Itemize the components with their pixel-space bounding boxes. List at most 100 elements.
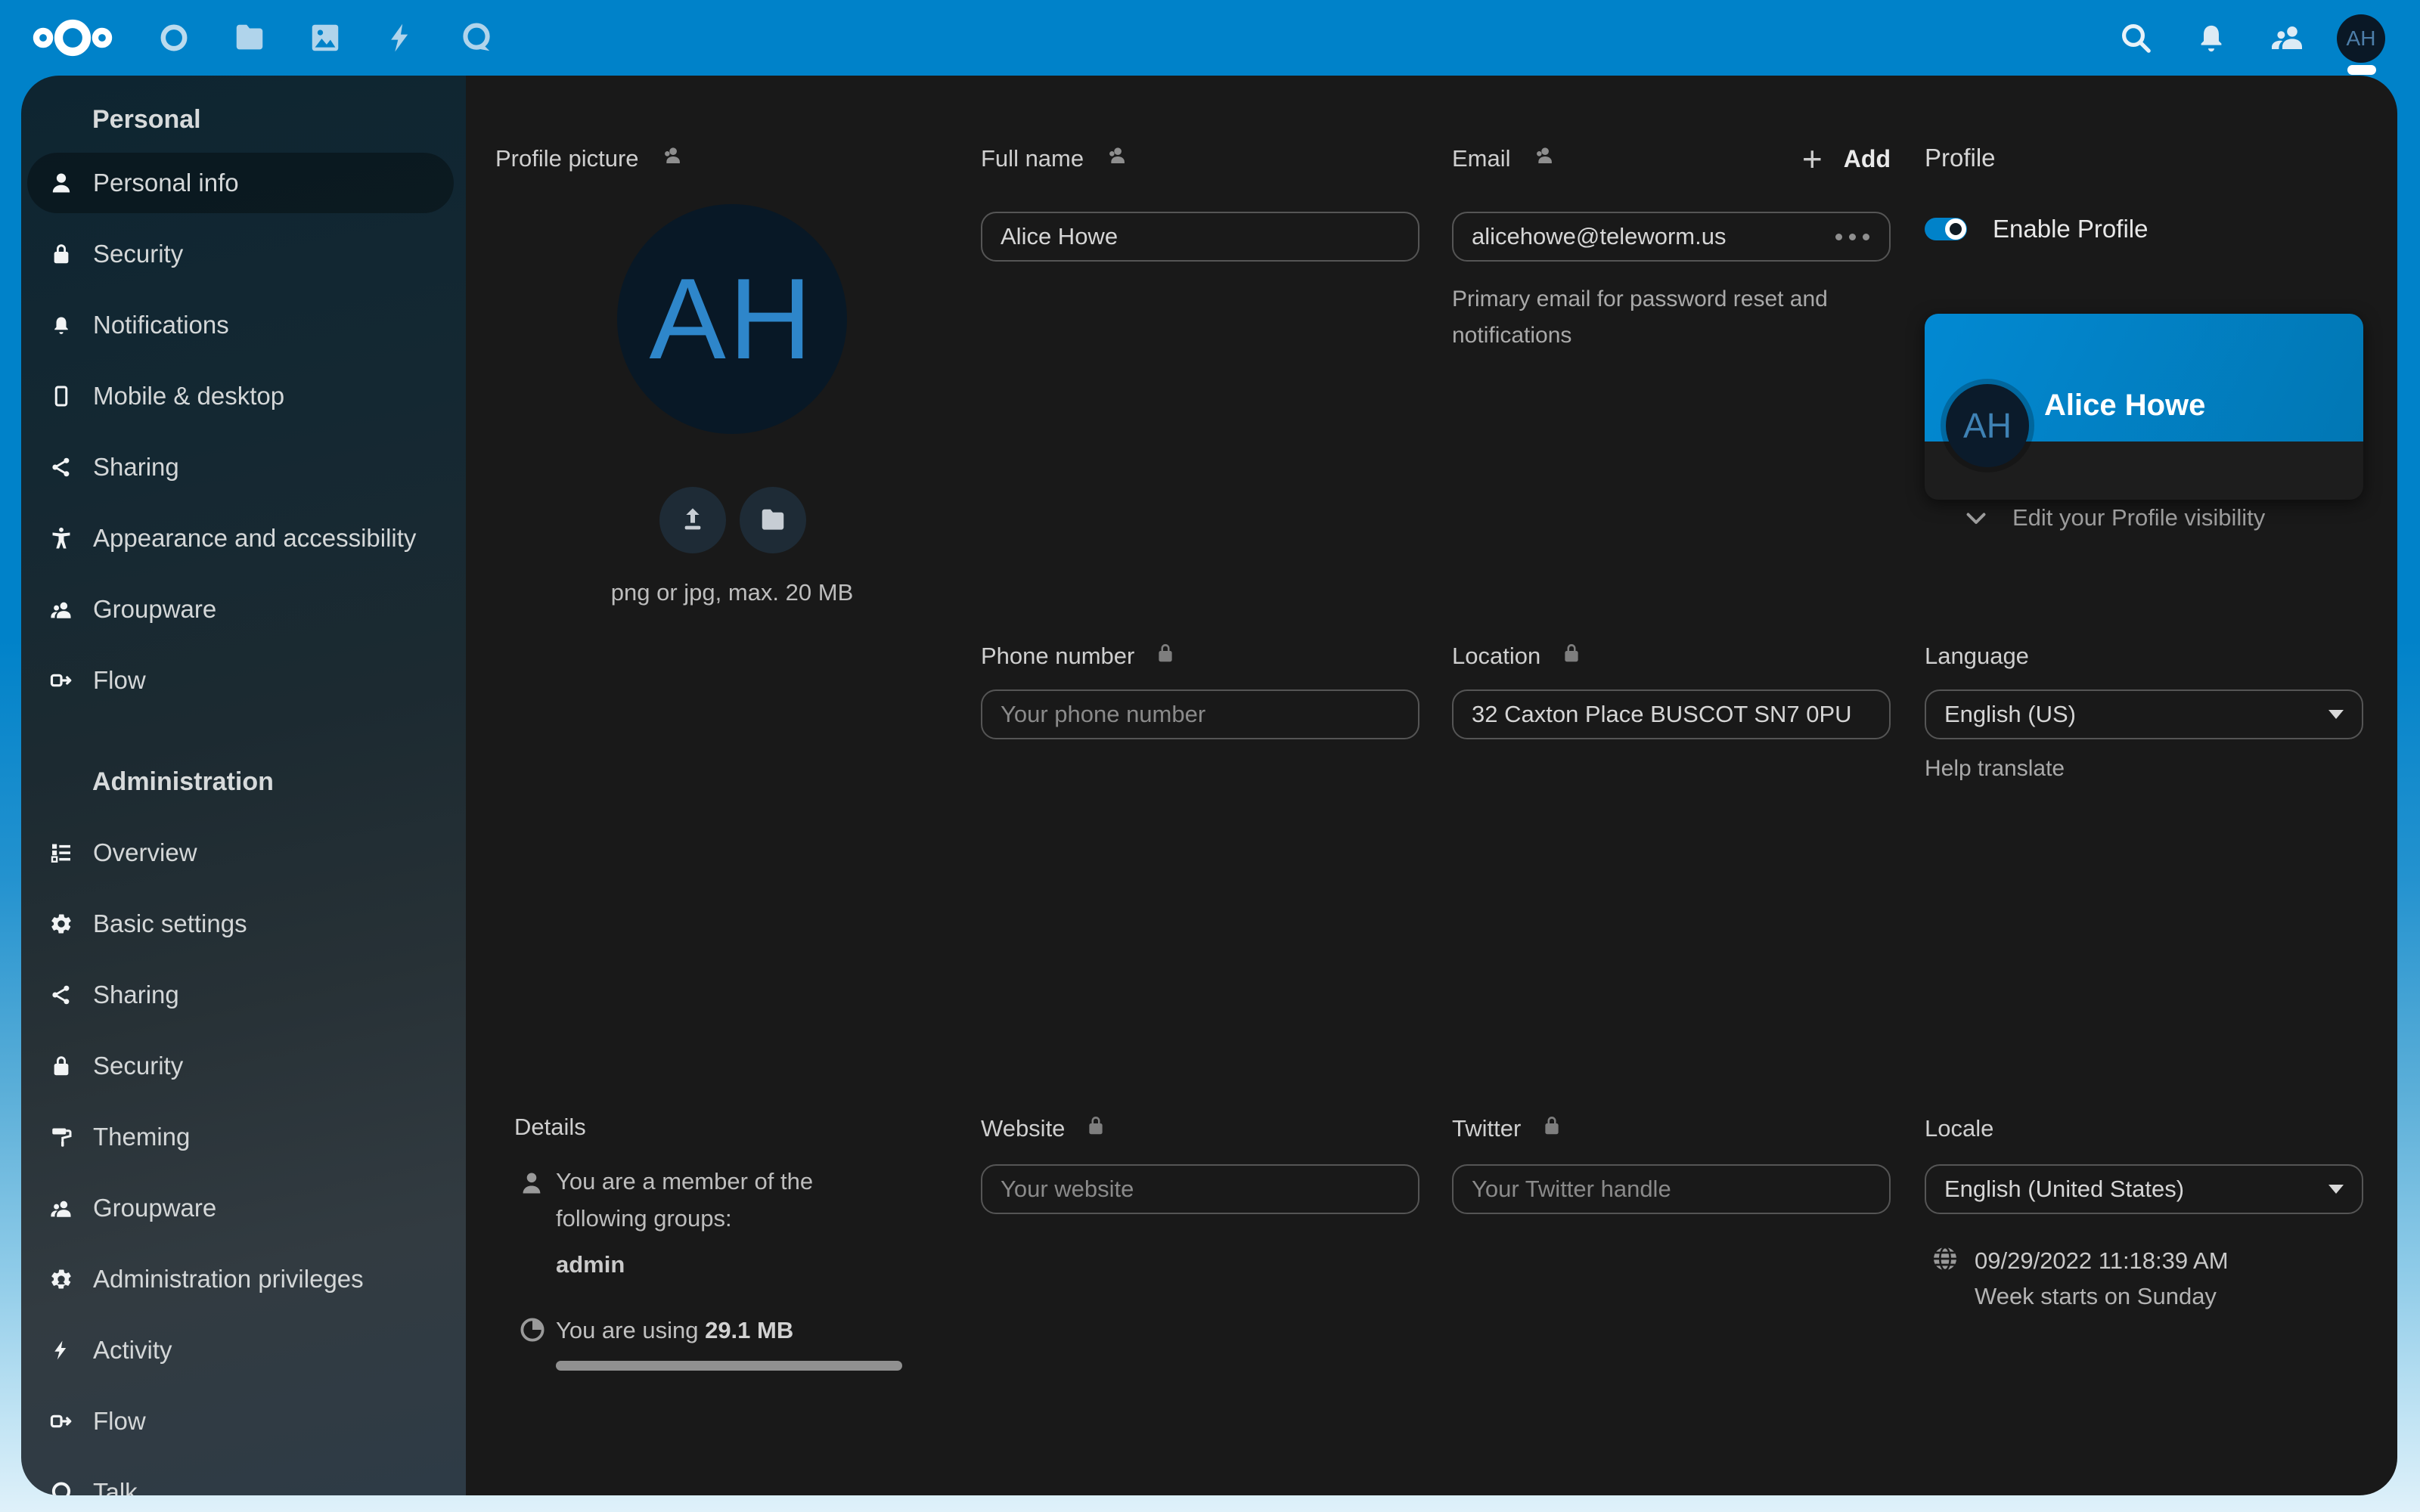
caret-down-icon xyxy=(2328,1185,2344,1194)
full-name-label: Full name xyxy=(981,145,1084,172)
email-actions-menu-icon[interactable] xyxy=(1829,228,1876,246)
sidebar-item-groupware-personal[interactable]: Groupware xyxy=(27,579,454,640)
contacts-icon[interactable] xyxy=(2264,15,2310,60)
locale-value: English (United States) xyxy=(1944,1176,2184,1203)
lock-icon[interactable] xyxy=(1560,642,1583,671)
locale-select[interactable]: English (United States) xyxy=(1925,1164,2363,1214)
profile-preview-card[interactable]: AH Alice Howe xyxy=(1925,314,2363,500)
photos-icon[interactable] xyxy=(307,20,343,56)
sidebar-item-mobile-desktop[interactable]: Mobile & desktop xyxy=(27,366,454,426)
talk-icon[interactable] xyxy=(458,20,495,56)
sidebar-item-talk[interactable]: Talk xyxy=(27,1462,454,1495)
details-title: Details xyxy=(514,1114,586,1141)
sidebar-item-label: Administration privileges xyxy=(93,1265,364,1294)
sidebar-item-label: Flow xyxy=(93,1407,146,1436)
content-container: Personal Personal info Security Notifica… xyxy=(21,76,2397,1495)
location-input[interactable] xyxy=(1452,689,1891,739)
quota-progress-bar xyxy=(556,1361,902,1371)
sidebar-item-groupware-admin[interactable]: Groupware xyxy=(27,1178,454,1238)
sidebar-item-activity[interactable]: Activity xyxy=(27,1320,454,1380)
edit-profile-visibility-link[interactable]: Edit your Profile visibility xyxy=(1962,504,2265,531)
files-icon[interactable] xyxy=(231,20,268,56)
choose-from-files-button[interactable] xyxy=(740,487,806,553)
website-input[interactable] xyxy=(981,1164,1419,1214)
lock-icon xyxy=(48,241,74,267)
language-value: English (US) xyxy=(1944,701,2076,728)
email-label: Email xyxy=(1452,145,1511,172)
plus-icon: + xyxy=(1802,144,1823,174)
full-name-input[interactable] xyxy=(981,212,1419,262)
enable-profile-toggle[interactable] xyxy=(1925,218,1967,240)
sidebar-item-flow-personal[interactable]: Flow xyxy=(27,650,454,711)
dashboard-icon[interactable] xyxy=(156,20,192,56)
sidebar-item-label: Appearance and accessibility xyxy=(93,524,416,553)
quota-pie-icon xyxy=(518,1315,547,1348)
visibility-scope-icon[interactable] xyxy=(659,143,684,175)
gear-icon xyxy=(48,911,74,937)
chevron-down-icon xyxy=(1962,504,1990,531)
sidebar-item-label: Flow xyxy=(93,666,146,695)
sidebar-item-label: Overview xyxy=(93,838,197,867)
help-translate-link[interactable]: Help translate xyxy=(1925,756,2065,782)
profile-picture-avatar[interactable]: AH xyxy=(617,204,847,434)
share-icon xyxy=(48,454,74,480)
visibility-scope-icon[interactable] xyxy=(1103,143,1129,175)
location-label-row: Location xyxy=(1452,641,1583,671)
email-label-row: Email + Add xyxy=(1452,144,1891,174)
sidebar-item-label: Personal info xyxy=(93,169,239,197)
sidebar-item-personal-info[interactable]: Personal info xyxy=(27,153,454,213)
lock-icon[interactable] xyxy=(1084,1114,1107,1143)
enable-profile-toggle-row[interactable]: Enable Profile xyxy=(1925,215,2148,243)
sidebar-item-theming[interactable]: Theming xyxy=(27,1107,454,1167)
user-avatar-initials: AH xyxy=(2347,26,2376,51)
sidebar-item-security[interactable]: Security xyxy=(27,224,454,284)
enable-profile-label: Enable Profile xyxy=(1993,215,2148,243)
group-icon xyxy=(48,596,74,622)
visibility-scope-icon[interactable] xyxy=(1531,143,1556,175)
website-label: Website xyxy=(981,1115,1065,1142)
accessibility-icon xyxy=(48,525,74,551)
user-status-indicator xyxy=(2347,65,2376,75)
quota-text: You are using 29.1 MB xyxy=(556,1317,793,1344)
activity-icon[interactable] xyxy=(383,20,419,56)
language-label: Language xyxy=(1925,643,2029,670)
sidebar-item-overview[interactable]: Overview xyxy=(27,823,454,883)
upload-avatar-button[interactable] xyxy=(659,487,726,553)
sidebar-item-sharing-admin[interactable]: Sharing xyxy=(27,965,454,1025)
sidebar-section-administration: Administration xyxy=(92,765,466,798)
member-account-icon xyxy=(518,1170,545,1201)
user-avatar[interactable]: AH xyxy=(2337,14,2385,63)
profile-card-name: Alice Howe xyxy=(2044,389,2205,423)
twitter-label-row: Twitter xyxy=(1452,1114,1563,1144)
flow-icon xyxy=(48,1408,74,1434)
location-label: Location xyxy=(1452,643,1540,670)
profile-card-avatar: AH xyxy=(1946,384,2029,467)
groups-membership-text: You are a member of the following groups… xyxy=(556,1163,881,1237)
lock-icon[interactable] xyxy=(1154,642,1177,671)
full-name-label-row: Full name xyxy=(981,144,1129,174)
add-email-button[interactable]: + Add xyxy=(1802,144,1891,174)
sidebar-item-appearance[interactable]: Appearance and accessibility xyxy=(27,508,454,569)
sidebar-item-admin-privileges[interactable]: Administration privileges xyxy=(27,1249,454,1309)
globe-icon xyxy=(1930,1244,1960,1278)
website-label-row: Website xyxy=(981,1114,1107,1144)
sidebar-item-security-admin[interactable]: Security xyxy=(27,1036,454,1096)
gear-account-icon xyxy=(48,1266,74,1292)
language-select[interactable]: English (US) xyxy=(1925,689,2363,739)
notifications-bell-icon[interactable] xyxy=(2189,15,2234,60)
sidebar-item-flow-admin[interactable]: Flow xyxy=(27,1391,454,1452)
search-icon[interactable] xyxy=(2113,15,2158,60)
email-field[interactable]: alicehowe@teleworm.us xyxy=(1452,212,1891,262)
email-value: alicehowe@teleworm.us xyxy=(1472,223,1726,250)
twitter-input[interactable] xyxy=(1452,1164,1891,1214)
avatar-upload-hint: png or jpg, max. 20 MB xyxy=(543,579,921,606)
sidebar-item-label: Basic settings xyxy=(93,909,247,938)
flow-icon xyxy=(48,668,74,693)
phone-input[interactable] xyxy=(981,689,1419,739)
email-helper-text: Primary email for password reset and not… xyxy=(1452,281,1880,354)
sidebar-item-sharing-personal[interactable]: Sharing xyxy=(27,437,454,497)
sidebar-item-basic-settings[interactable]: Basic settings xyxy=(27,894,454,954)
lock-icon[interactable] xyxy=(1540,1114,1563,1143)
nextcloud-logo-icon[interactable] xyxy=(27,16,118,60)
sidebar-item-notifications[interactable]: Notifications xyxy=(27,295,454,355)
